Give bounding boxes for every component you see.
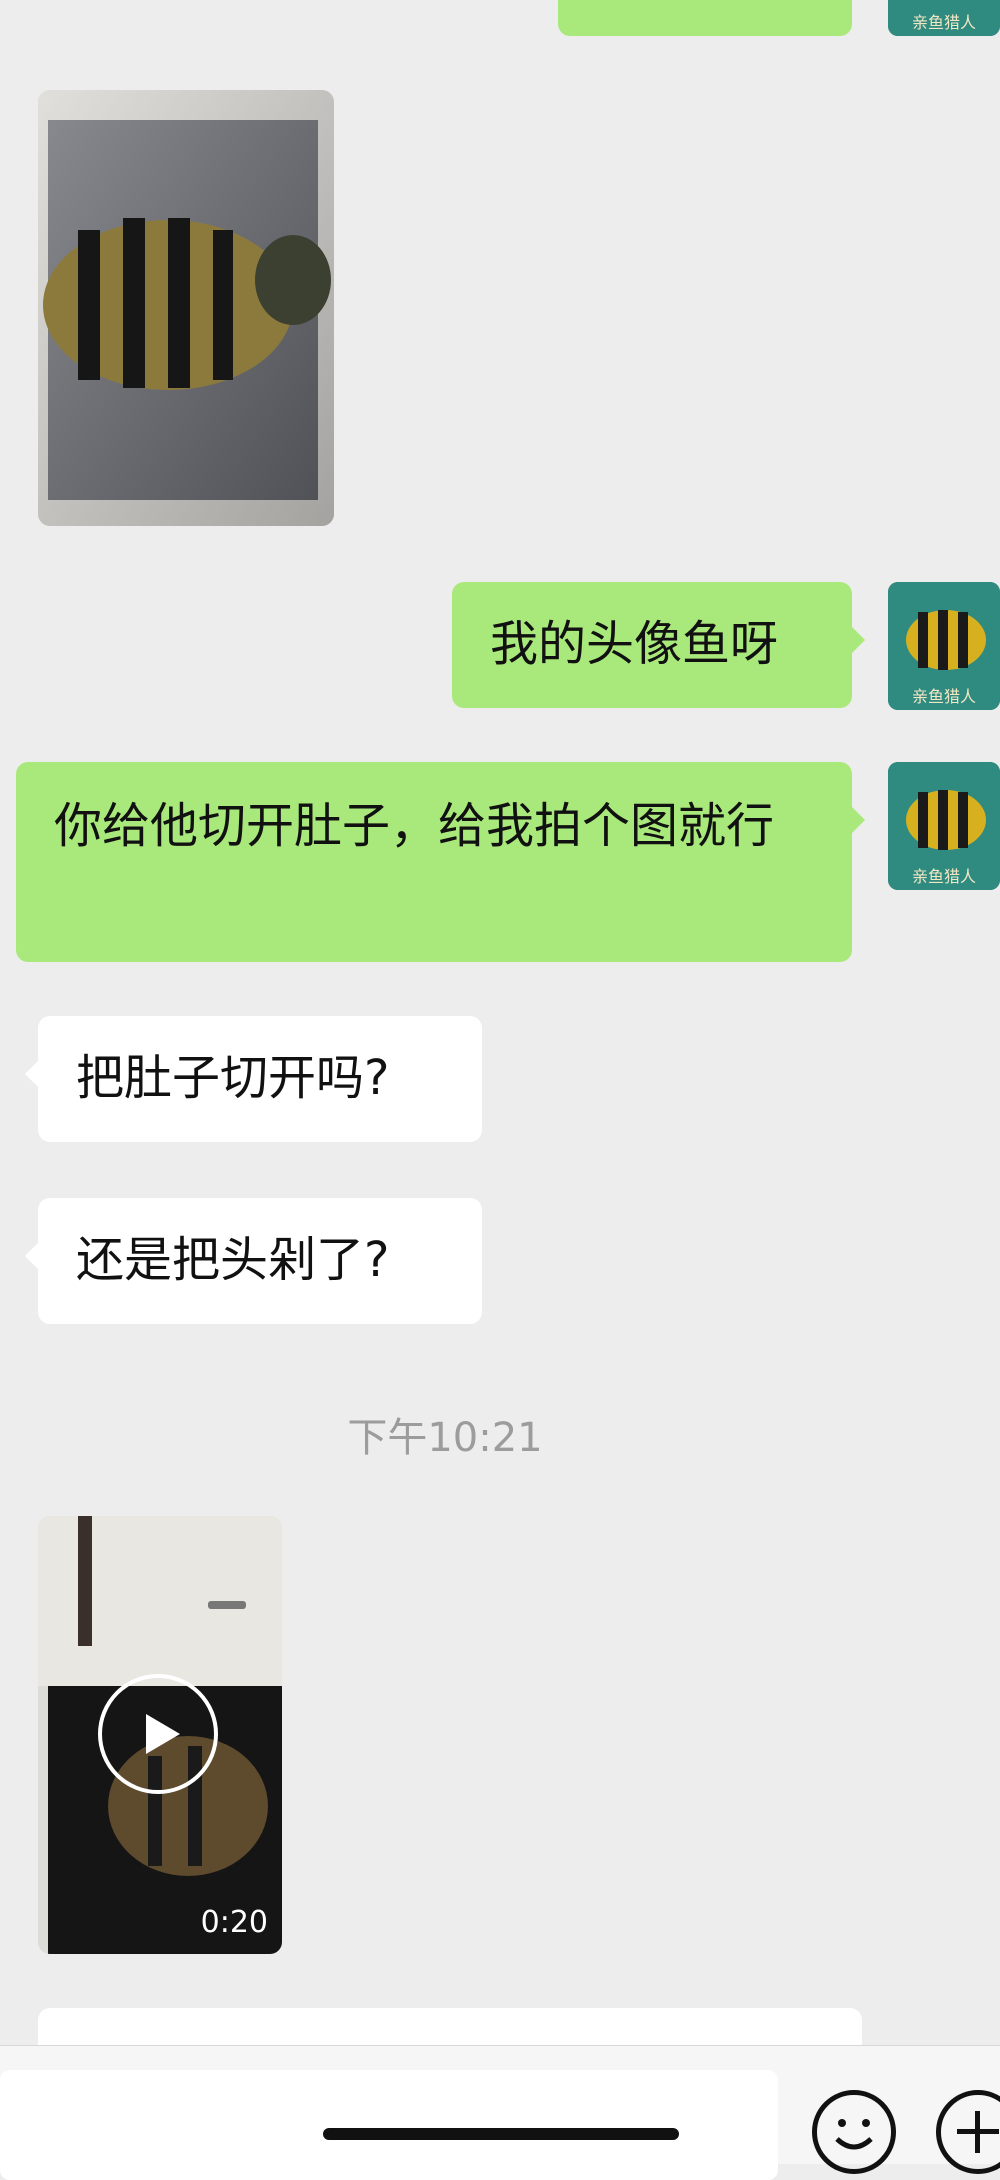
bubble-tail [25,1060,39,1088]
play-button[interactable] [98,1674,218,1794]
plus-icon [957,2111,999,2153]
emoji-button[interactable] [812,2090,896,2174]
message-bubble-received-2[interactable]: 还是把头剁了? [25,1198,482,1324]
message-bubble-sent-1[interactable]: 我的头像鱼呀 [452,582,865,708]
emoji-icon [835,2119,873,2150]
bubble-tail [851,806,865,834]
fish-photo-icon [38,90,334,526]
chat-input-bar [0,2046,1000,2180]
received-image-fish[interactable] [38,90,334,526]
bubble-tail [851,626,865,654]
play-icon [146,1714,180,1754]
avatar-fish-icon: 亲鱼猎人 [888,762,1000,890]
message-bubble-partial[interactable] [558,0,852,36]
avatar-fish-icon: 亲鱼猎人 [888,582,1000,710]
message-text: 还是把头剁了? [76,1232,390,1288]
home-indicator [323,2128,679,2140]
user-avatar[interactable]: 亲鱼猎人 [888,582,1000,710]
user-avatar[interactable]: 亲鱼猎人 [888,0,1000,36]
video-duration: 0:20 [200,1905,268,1940]
bubble-tail [25,1242,39,1270]
add-button[interactable] [936,2090,1000,2174]
message-text: 把肚子切开吗? [76,1050,390,1106]
avatar-caption: 亲鱼猎人 [912,13,976,32]
message-text: 你给他切开肚子，给我拍个图就行 [54,798,775,854]
message-bubble-sent-2[interactable]: 你给他切开肚子，给我拍个图就行 [16,762,865,962]
received-video[interactable]: 0:20 [38,1516,282,1954]
user-avatar[interactable]: 亲鱼猎人 [888,762,1000,890]
message-bubble-received-1[interactable]: 把肚子切开吗? [25,1016,482,1142]
message-timestamp: 下午10:21 [347,1415,543,1461]
avatar-caption: 亲鱼猎人 [912,867,976,886]
message-text: 我的头像鱼呀 [490,616,779,672]
avatar-fish-icon: 亲鱼猎人 [888,0,1000,36]
avatar-caption: 亲鱼猎人 [912,687,976,706]
